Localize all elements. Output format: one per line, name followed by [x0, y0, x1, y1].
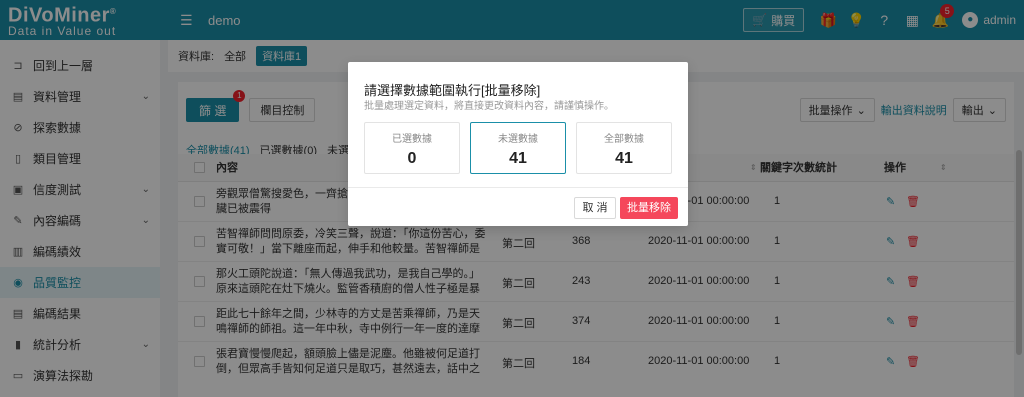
stat-label: 未選數據: [498, 134, 538, 145]
dialog-divider: [348, 187, 688, 188]
dialog-description: 批量處理選定資料，將直接更改資料內容，請謹慎操作。: [364, 101, 614, 112]
stat-value: 41: [615, 150, 633, 167]
stat-selected-data[interactable]: 已選數據 0: [364, 122, 460, 174]
stat-all-data[interactable]: 全部數據 41: [576, 122, 672, 174]
batch-remove-button[interactable]: 批量移除: [620, 197, 678, 219]
stat-label: 已選數據: [392, 134, 432, 145]
batch-remove-dialog: 請選擇數據範圍執行[批量移除] 批量處理選定資料，將直接更改資料內容，請謹慎操作…: [348, 62, 688, 226]
stat-value: 0: [407, 150, 417, 167]
stat-unselected-data[interactable]: 未選數據 41: [470, 122, 566, 174]
stat-label: 全部數據: [604, 134, 644, 145]
stat-value: 41: [509, 150, 527, 167]
cancel-button[interactable]: 取 消: [574, 197, 616, 219]
